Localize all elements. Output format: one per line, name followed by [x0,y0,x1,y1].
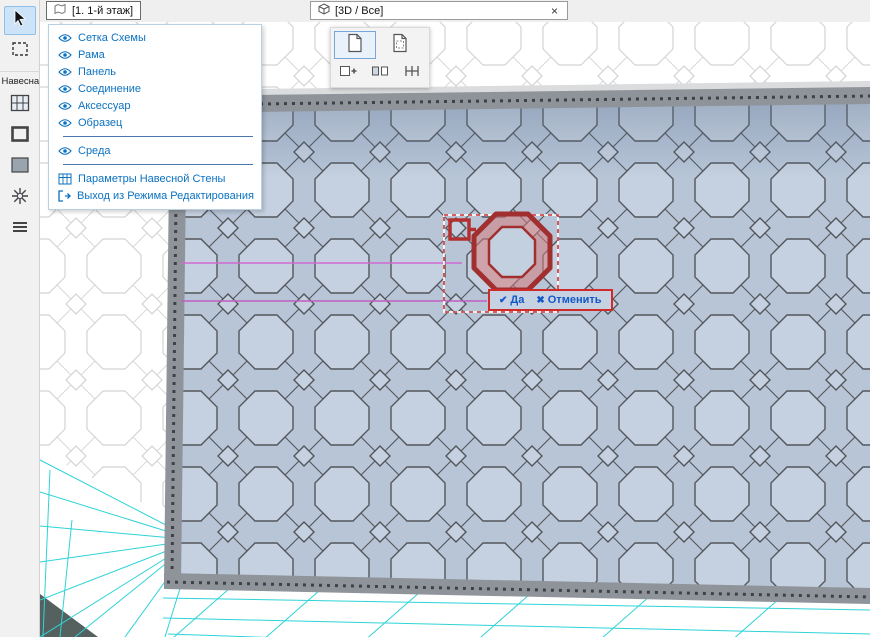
tab-close-icon[interactable]: × [549,5,560,17]
grid-icon [10,94,30,117]
menu-item-pattern[interactable]: Образец [49,114,261,131]
left-toolbar: Навесна [0,0,40,637]
menu-divider [63,164,253,165]
menu-item-accessory[interactable]: Аксессуар [49,97,261,114]
eye-icon [57,101,72,111]
menu-item-label: Образец [78,117,122,129]
tab-floor-plan-label: [1. 1-й этаж] [72,5,133,17]
menu-item-environment[interactable]: Среда [49,142,261,159]
panel-icon [10,156,30,179]
menu-item-scheme-grid[interactable]: Сетка Схемы [49,29,261,46]
panel-tool[interactable] [4,153,36,182]
menu-item-frame[interactable]: Рама [49,46,261,63]
curtain-wall[interactable] [164,81,870,604]
eye-icon [57,67,72,77]
exit-icon [57,190,71,202]
accessory-icon [10,218,30,241]
menu-item-label: Панель [78,66,116,78]
menu-divider [63,136,253,137]
floating-toolbar-row-1 [334,31,426,59]
check-icon: ✔ [499,295,507,306]
eye-icon [57,50,72,60]
junction-icon [10,186,30,211]
menu-item-label: Среда [78,145,110,157]
menu-item-cw-settings[interactable]: Параметры Навесной Стены [49,170,261,187]
eye-icon [57,33,72,43]
floor-plan-icon [54,3,67,18]
floating-toolbar-row-2 [334,62,426,84]
3d-view-icon [318,3,330,18]
select-tool[interactable] [4,6,36,35]
menu-item-label: Соединение [78,83,141,95]
cursor-icon [11,9,29,32]
toolbar-general-tools [4,4,36,68]
scheme-grid-tool[interactable] [4,91,36,120]
tab-bar: [1. 1-й этаж] [3D / Все] × [40,0,870,22]
page2-icon [392,33,408,58]
page-icon [347,33,363,58]
menu-item-label: Сетка Схемы [78,32,146,44]
menu-item-exit-edit-mode[interactable]: Выход из Режима Редактирования [49,187,261,204]
menu-item-label: Рама [78,49,105,61]
add-icon [339,63,357,84]
add-panel-button[interactable] [335,62,361,84]
distribute-panels-button[interactable] [399,62,425,84]
frame-tool[interactable] [4,122,36,151]
confirm-cancel-label: Отменить [548,294,602,306]
tab-floor-plan[interactable]: [1. 1-й этаж] [46,1,141,20]
tab-3d-all[interactable]: [3D / Все] × [310,1,568,20]
floating-toolbar [330,27,430,88]
toolbar-curtain-wall-tools [4,89,36,246]
eye-icon [57,84,72,94]
panel-scheme-a-button[interactable] [334,31,376,59]
menu-item-junction[interactable]: Соединение [49,80,261,97]
marquee-tool[interactable] [4,37,36,66]
eye-icon [57,146,72,156]
settings-grid-icon [57,173,72,185]
eye-icon [57,118,72,128]
pair-panels-button[interactable] [367,62,393,84]
frame-icon [10,125,30,148]
confirm-yes-button[interactable]: ✔ Да [499,294,524,306]
toolbar-section-label: Навесна [0,71,40,89]
tab-3d-all-label: [3D / Все] [335,5,383,17]
menu-item-label: Параметры Навесной Стены [78,173,225,185]
accessory-tool[interactable] [4,215,36,244]
marquee-icon [11,40,29,63]
confirm-yes-label: Да [510,294,524,306]
menu-item-label: Аксессуар [78,100,131,112]
menu-item-panel[interactable]: Панель [49,63,261,80]
distribute-icon [403,63,421,84]
junction-tool[interactable] [4,184,36,213]
cross-icon: ✖ [536,295,544,306]
panel-scheme-b-button[interactable] [379,31,421,59]
confirm-bar: ✔ Да ✖ Отменить [488,289,613,311]
pair-icon [371,63,389,84]
application-window: ✔ Да ✖ Отменить Навесна [1. 1-й этаж] [3… [0,0,870,637]
menu-item-label: Выход из Режима Редактирования [77,190,254,202]
confirm-cancel-button[interactable]: ✖ Отменить [536,294,601,306]
context-menu: Сетка Схемы Рама Панель Соединение Аксессуар… [48,24,262,210]
